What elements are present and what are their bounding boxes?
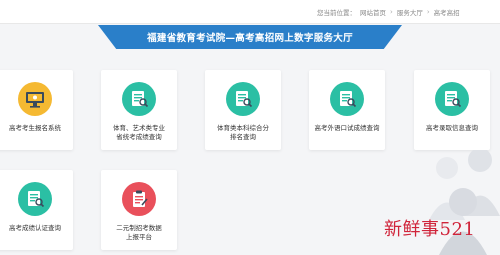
clipboard-edit-icon xyxy=(133,190,148,207)
service-card-dual-system-data[interactable]: 二元制招考数据 上报平台 xyxy=(101,170,177,250)
service-card-sports-art-scores[interactable]: 体育、艺术类专业 省统考成绩查询 xyxy=(101,70,177,150)
service-card-sports-ranking[interactable]: 体育类本科综合分 排名查询 xyxy=(205,70,281,150)
icon-circle xyxy=(435,82,469,116)
service-card-label: 高考外语口试成绩查询 xyxy=(314,124,380,132)
document-search-icon xyxy=(445,91,462,108)
page-title: 福建省教育考试院—高考高招网上数字服务大厅 xyxy=(147,33,353,44)
icon-circle xyxy=(122,182,156,216)
service-card-label: 体育类本科综合分 排名查询 xyxy=(217,124,269,141)
document-search-icon xyxy=(340,91,357,108)
breadcrumb-home-link[interactable]: 网站首页 xyxy=(360,7,386,17)
service-card-label: 高考成绩认证查询 xyxy=(9,224,61,232)
document-search-icon xyxy=(132,91,149,108)
breadcrumb: 您当前位置： 网站首页 › 服务大厅 › 高考高招 xyxy=(317,6,460,18)
service-card-label: 体育、艺术类专业 省统考成绩查询 xyxy=(113,124,165,141)
service-card-label: 高考考生报名系统 xyxy=(9,124,61,132)
service-card-exam-registration[interactable]: 高考考生报名系统 xyxy=(0,70,73,150)
icon-circle xyxy=(330,82,364,116)
icon-circle xyxy=(122,82,156,116)
icon-circle xyxy=(18,182,52,216)
service-card-admission-info[interactable]: 高考录取信息查询 xyxy=(414,70,490,150)
icon-circle xyxy=(18,82,52,116)
document-search-icon xyxy=(236,91,253,108)
breadcrumb-service-hall-link[interactable]: 服务大厅 xyxy=(397,7,423,17)
service-card-label: 二元制招考数据 上报平台 xyxy=(116,224,162,241)
breadcrumb-current-page[interactable]: 高考高招 xyxy=(434,7,460,17)
breadcrumb-separator-icon: › xyxy=(390,8,393,16)
watermark-text: 新鲜事521 xyxy=(384,219,476,240)
monitor-icon xyxy=(26,92,44,108)
service-card-oral-english-scores[interactable]: 高考外语口试成绩查询 xyxy=(309,70,385,150)
top-bar: 您当前位置： 网站首页 › 服务大厅 › 高考高招 xyxy=(0,0,500,24)
icon-circle xyxy=(226,82,260,116)
service-card-label: 高考录取信息查询 xyxy=(426,124,478,132)
document-search-icon xyxy=(28,191,45,208)
breadcrumb-separator-icon: › xyxy=(426,8,430,16)
breadcrumb-prefix: 您当前位置： xyxy=(317,9,356,17)
service-card-score-certification[interactable]: 高考成绩认证查询 xyxy=(0,170,73,250)
page-banner: 福建省教育考试院—高考高招网上数字服务大厅 xyxy=(98,25,402,49)
